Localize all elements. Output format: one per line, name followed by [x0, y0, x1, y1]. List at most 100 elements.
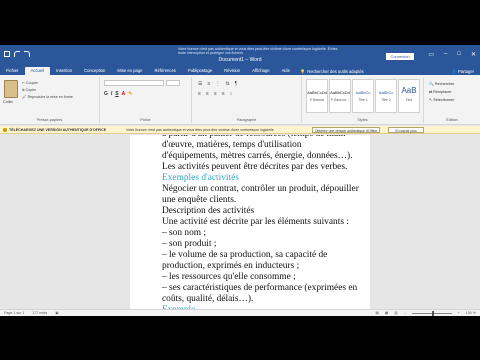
group-label-clipboard: Presse-papiers [36, 118, 63, 122]
font-family-select[interactable] [104, 80, 164, 86]
document-line: Les activités peuvent être décrites par … [162, 162, 348, 172]
title-bar: Votre licence n'est pas authentique et v… [0, 45, 480, 65]
tab-6[interactable]: Publipostage [182, 67, 218, 75]
cut-button[interactable]: ✂ Couper [22, 81, 38, 85]
select-label: Sélectionner [433, 98, 455, 102]
underline-button[interactable]: S [115, 91, 118, 97]
learn-more-button[interactable]: En savoir plus [388, 127, 424, 133]
document-line: – ses caractéristiques de performance (e… [162, 283, 358, 293]
zoom-level[interactable]: 100 % [466, 311, 476, 315]
document-line: coûts, qualité, délais…). [162, 294, 254, 304]
sign-in-button[interactable]: Connexion [386, 53, 414, 60]
group-editing: 🔍 Rechercher ⇄ Remplacer ↖ Sélectionner … [424, 77, 480, 123]
word-window: Votre licence n'est pas authentique et v… [0, 45, 480, 316]
tab-4[interactable]: Mise en page [111, 67, 148, 75]
document-line: d'œuvre, matières, temps d'utilisation [162, 140, 302, 150]
message-title: TÉLÉCHARGEZ UNE VERSION AUTHENTIQUE D'OF… [9, 128, 107, 132]
tab-0[interactable]: Fichier [0, 67, 25, 75]
pilcrow-icon[interactable]: ¶ [235, 81, 238, 87]
replace-label: Remplacer [433, 90, 452, 94]
tab-3[interactable]: Conception [78, 67, 111, 75]
copy-label: Copier [25, 88, 37, 92]
style-name: ¶ Normal [310, 98, 324, 102]
print-layout-icon[interactable]: ▦ [385, 311, 388, 315]
find-label: Rechercher [434, 82, 455, 86]
group-clipboard: Coller ✂ Couper ⧉ Copier 🖌 Reproduire la… [0, 77, 100, 123]
word-count[interactable]: 177 mots [32, 311, 47, 315]
style-sample: AaBbCc [378, 90, 394, 95]
style-item[interactable]: AaBbCc Titre 2 [375, 79, 397, 113]
document-line: – son nom ; [162, 228, 207, 238]
group-font: G I S A ✎ Police [100, 77, 192, 123]
document-line: – les ressources qu'elle consomme ; [162, 272, 296, 282]
document-line: – son produit ; [162, 239, 217, 249]
tab-7[interactable]: Révision [218, 67, 246, 75]
multilevel-icon[interactable]: ⋮ [215, 81, 220, 87]
paste-button[interactable]: Coller [3, 100, 13, 104]
document-line: une enquête clients. [162, 195, 237, 205]
close-icon[interactable]: ✕ [471, 51, 476, 58]
document-line: d'équipements, mètres carrés, énergie, d… [162, 151, 353, 161]
zoom-out-icon[interactable]: – [404, 311, 406, 315]
highlight-icon[interactable]: ✎ [128, 91, 132, 97]
tab-5[interactable]: Références [148, 67, 181, 75]
paste-icon[interactable] [4, 80, 18, 98]
get-genuine-button[interactable]: Obtenez une version authentique d'Office [312, 127, 380, 133]
maximize-icon[interactable]: □ [457, 51, 461, 58]
group-label-editing: Édition [446, 118, 458, 122]
tab-9[interactable]: Aide [276, 67, 296, 75]
zoom-in-icon[interactable]: + [458, 311, 460, 315]
group-label-styles: Styles [357, 118, 368, 122]
ribbon: Coller ✂ Couper ⧉ Copier 🖌 Reproduire la… [0, 75, 480, 125]
web-layout-icon[interactable]: ▥ [394, 311, 397, 315]
document-line: Une activité est décrite par les élément… [162, 217, 349, 227]
read-mode-icon[interactable]: ▤ [375, 311, 378, 315]
font-color-icon[interactable]: A [122, 91, 126, 97]
minimize-icon[interactable]: – [444, 51, 447, 58]
style-item[interactable]: AaBbCcDd ¶ Sans int... [329, 79, 351, 113]
cut-label: Couper [26, 81, 38, 85]
ribbon-tabs: Fichier Accueil Insertion Conception Mise en… [0, 65, 480, 75]
style-item[interactable]: AaBbCcDd ¶ Normal [306, 79, 328, 113]
tab-1[interactable]: Accueil [24, 67, 51, 75]
numbering-icon[interactable]: ≡ [207, 81, 210, 87]
document-line: – le volume de sa production, sa capacit… [162, 250, 328, 260]
find-button[interactable]: 🔍 Rechercher [429, 81, 454, 86]
message-text: Votre licence n'est pas authentique et v… [126, 128, 275, 132]
align-right-icon[interactable]: ≡ [214, 91, 217, 97]
zoom-thumb[interactable] [431, 310, 434, 316]
document-line: Description des activités [162, 206, 255, 216]
line-spacing-icon[interactable]: ↕ [230, 91, 233, 97]
format-painter-button[interactable]: 🖌 Reproduire la mise en forme [22, 95, 73, 99]
style-sample: AaBbCc [355, 90, 371, 95]
document-heading: Exemples d'activités [162, 173, 239, 183]
zoom-slider[interactable] [411, 310, 452, 316]
italic-button[interactable]: I [111, 91, 112, 97]
format-painter-label: Reproduire la mise en forme [27, 95, 73, 99]
bold-button[interactable]: G [104, 91, 108, 97]
tab-8[interactable]: Affichage [246, 67, 275, 75]
tab-2[interactable]: Insertion [50, 67, 78, 75]
document-line: Négocier un contrat, contrôler un produi… [162, 184, 359, 194]
sort-icon[interactable]: ⇅ [225, 81, 229, 87]
window-controls: ▭ – □ ✕ [428, 51, 476, 58]
bullets-icon[interactable]: ☰ [198, 81, 202, 87]
group-label-font: Police [140, 118, 151, 122]
align-center-icon[interactable]: ≡ [206, 91, 209, 97]
font-size-select[interactable] [166, 80, 180, 86]
copy-button[interactable]: ⧉ Copier [22, 88, 36, 92]
align-left-icon[interactable]: ≡ [198, 91, 201, 97]
style-item[interactable]: AaBbCc Titre 1 [352, 79, 374, 113]
warning-icon [3, 128, 7, 132]
format-row: G I S A ✎ [104, 91, 132, 97]
proofing-icon[interactable]: ▣ [55, 311, 58, 315]
justify-icon[interactable]: ≡ [222, 91, 225, 97]
document-page[interactable]: à partir d'un panier de ressources (temp… [130, 135, 370, 309]
license-message-bar: TÉLÉCHARGEZ UNE VERSION AUTHENTIQUE D'OF… [0, 126, 480, 134]
select-button[interactable]: ↖ Sélectionner [429, 97, 454, 102]
style-item[interactable]: AaB Titre [398, 79, 420, 113]
ribbon-options-icon[interactable]: ▭ [428, 51, 434, 58]
style-sample: AaB [401, 86, 417, 95]
replace-button[interactable]: ⇄ Remplacer [429, 89, 452, 94]
page-count[interactable]: Page 1 sur 1 [4, 311, 24, 315]
